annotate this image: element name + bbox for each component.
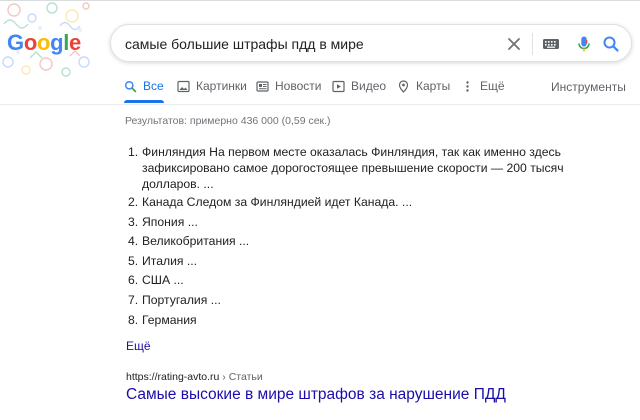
list-item: 8. Германия <box>128 312 598 332</box>
header-divider <box>0 104 640 105</box>
tab-all[interactable]: Все <box>124 79 164 103</box>
microphone-icon[interactable] <box>574 34 594 54</box>
video-icon <box>332 80 345 93</box>
list-item-line: долларов. ... <box>142 177 214 191</box>
tab-maps[interactable]: Карты <box>397 79 450 103</box>
featured-snippet-list: 1. Финляндия На первом месте оказалась Ф… <box>128 144 598 331</box>
logo-letter: o <box>23 30 37 55</box>
list-item-number: 1. <box>128 145 139 159</box>
list-item: 3. Япония ... <box>128 214 598 234</box>
list-item-text: Великобритания ... <box>142 234 250 249</box>
list-item-number: 6. <box>128 273 139 288</box>
clear-icon[interactable] <box>504 34 524 54</box>
logo-letter: e <box>69 30 81 55</box>
list-item: 2. Канада Следом за Финляндией идет Кана… <box>128 194 598 214</box>
search-input[interactable] <box>125 34 495 54</box>
list-item: 6. США ... <box>128 272 598 292</box>
result-breadcrumb: › Статьи <box>219 371 263 383</box>
more-vert-icon <box>461 80 474 93</box>
tab-label: Видео <box>351 79 387 93</box>
google-logo[interactable]: Google <box>0 0 95 78</box>
list-item-number: 7. <box>128 292 139 307</box>
search-icon <box>124 80 137 93</box>
list-item: 5. Италия ... <box>128 253 598 273</box>
tab-news[interactable]: Новости <box>256 79 321 103</box>
tab-label: Карты <box>416 79 451 93</box>
list-item-line: зафиксировано самое дорогостоящее превыш… <box>142 161 564 175</box>
top-border <box>0 0 640 1</box>
tab-label: Новости <box>275 79 322 93</box>
list-item-line: Финляндия На первом месте оказалась Финл… <box>142 145 561 159</box>
search-box <box>110 24 632 62</box>
news-icon <box>256 80 269 93</box>
result-domain: https://rating-avto.ru <box>126 371 220 383</box>
keyboard-icon[interactable] <box>541 34 561 54</box>
list-item-number: 4. <box>128 234 139 249</box>
list-item-text: Италия ... <box>142 253 198 268</box>
list-item-text: Португалия ... <box>142 292 221 307</box>
tab-video[interactable]: Видео <box>332 79 386 103</box>
tab-images[interactable]: Картинки <box>177 79 247 103</box>
tab-label: Ещё <box>480 79 505 93</box>
result-url[interactable]: https://rating-avto.ru › Статьи <box>126 371 263 383</box>
tools-button[interactable]: Инструменты <box>551 80 626 94</box>
more-items-link[interactable]: Ещё <box>126 339 151 353</box>
result-stats: Результатов: примерно 436 000 (0,59 сек.… <box>125 115 331 127</box>
list-item-number: 2. <box>128 195 139 209</box>
list-item-text: США ... <box>142 273 184 288</box>
list-item-text: Германия <box>142 312 197 327</box>
list-item: 1. Финляндия На первом месте оказалась Ф… <box>128 144 598 192</box>
image-icon <box>177 80 190 93</box>
list-item-number: 8. <box>128 312 139 327</box>
tab-label: Все <box>143 79 164 93</box>
search-submit-icon[interactable] <box>601 34 621 54</box>
logo-letter: G <box>7 30 24 55</box>
list-item-number: 5. <box>128 253 139 268</box>
result-title-link[interactable]: Самые высокие в мире штрафов за нарушени… <box>126 386 506 404</box>
logo-letter: g <box>50 30 64 55</box>
logo-wordmark: Google <box>7 31 81 55</box>
search-box-divider <box>532 33 533 55</box>
list-item-text: Япония ... <box>142 214 198 229</box>
map-pin-icon <box>397 80 410 93</box>
tab-more[interactable]: Ещё <box>461 79 505 103</box>
logo-letter: o <box>36 30 51 55</box>
list-item-number: 3. <box>128 214 139 229</box>
list-item-text: Канада Следом за Финляндией идет Канада.… <box>142 195 413 209</box>
list-item: 7. Португалия ... <box>128 292 598 312</box>
tab-label: Картинки <box>196 79 247 93</box>
list-item: 4. Великобритания ... <box>128 233 598 253</box>
